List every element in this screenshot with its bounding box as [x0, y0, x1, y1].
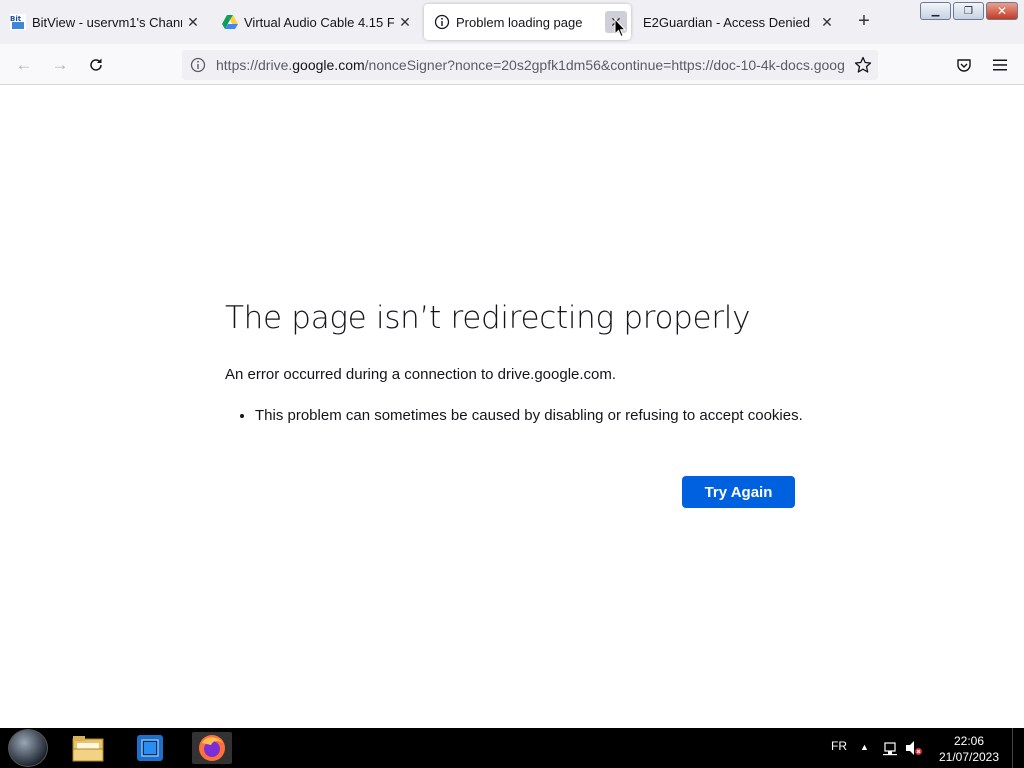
minimize-button[interactable]: ▁ — [920, 2, 951, 20]
url-prefix: https://drive. — [216, 57, 293, 73]
reload-icon — [90, 58, 102, 71]
back-button[interactable]: ← — [10, 52, 38, 78]
mouse-pointer-icon — [614, 18, 626, 38]
error-suggestion-item: This problem can sometimes be caused by … — [255, 407, 805, 424]
taskbar-explorer[interactable] — [68, 732, 108, 764]
tab-title: BitView - uservm1's Channel — [32, 14, 182, 30]
window-controls: ▁ ❐ ✕ — [920, 2, 1018, 20]
tab-strip: Bit BitView - uservm1's Channel ✕ Virtua… — [0, 0, 1024, 44]
error-suggestions: This problem can sometimes be caused by … — [255, 407, 805, 424]
firefox-icon — [199, 735, 225, 761]
error-heading: The page isn’t redirecting properly — [225, 300, 751, 336]
tab-close-icon[interactable]: ✕ — [816, 11, 838, 33]
url-host: google.com — [292, 57, 365, 73]
clock-time: 22:06 — [953, 734, 985, 748]
taskbar-virtualbox[interactable] — [130, 732, 170, 764]
site-info-icon[interactable] — [184, 57, 212, 73]
bookmark-star-icon[interactable] — [848, 56, 878, 74]
pocket-icon — [957, 59, 971, 72]
svg-text:Bit: Bit — [10, 15, 22, 23]
network-icon[interactable] — [882, 740, 898, 756]
bitview-icon: Bit — [10, 14, 26, 30]
taskbar: FR ▲ 22:06 21/07/2023 — [0, 728, 1024, 768]
tab-close-icon[interactable]: ✕ — [394, 11, 416, 33]
virtualbox-icon — [137, 735, 163, 761]
url-bar[interactable]: https://drive.google.com/nonceSigner?non… — [182, 50, 878, 80]
volume-muted-icon[interactable] — [905, 740, 923, 756]
new-tab-button[interactable]: + — [852, 10, 876, 34]
tab-title: E2Guardian - Access Denied — [643, 14, 810, 30]
url-path: /nonceSigner?nonce=20s2gpfk1dm56&continu… — [364, 57, 845, 73]
system-clock[interactable]: 22:06 21/07/2023 — [935, 733, 1003, 765]
reload-button[interactable] — [82, 52, 110, 78]
arrow-right-icon: → — [51, 55, 69, 74]
tab-close-icon[interactable]: ✕ — [182, 11, 204, 33]
info-icon — [434, 14, 450, 30]
tab-title: Virtual Audio Cable 4.15 Full... — [244, 14, 394, 30]
error-container: The page isn’t redirecting properly An e… — [225, 300, 805, 424]
tray-expand-icon[interactable]: ▲ — [860, 742, 869, 752]
tab-problem-loading[interactable]: Problem loading page ✕ — [424, 4, 631, 40]
try-again-button[interactable]: Try Again — [682, 476, 795, 508]
navigation-bar: ← → https://drive.google.com/nonceSigner… — [0, 44, 1024, 85]
input-language[interactable]: FR — [831, 739, 847, 753]
tab-bitview[interactable]: Bit BitView - uservm1's Channel ✕ — [0, 4, 208, 40]
tab-title: Problem loading page — [456, 14, 583, 30]
forward-button[interactable]: → — [46, 52, 74, 78]
url-text[interactable]: https://drive.google.com/nonceSigner?non… — [216, 57, 848, 73]
arrow-left-icon: ← — [15, 55, 33, 74]
folder-icon — [72, 736, 104, 762]
start-button[interactable] — [8, 729, 48, 767]
close-window-button[interactable]: ✕ — [986, 2, 1018, 20]
pocket-button[interactable] — [950, 52, 978, 78]
show-desktop-button[interactable] — [1012, 728, 1024, 768]
menu-button[interactable] — [986, 52, 1014, 78]
error-description: An error occurred during a connection to… — [225, 366, 617, 383]
tab-virtual-audio-cable[interactable]: Virtual Audio Cable 4.15 Full... ✕ — [212, 4, 420, 40]
taskbar-firefox[interactable] — [192, 732, 232, 764]
clock-date: 21/07/2023 — [938, 750, 1000, 764]
google-drive-icon — [222, 14, 238, 30]
hamburger-menu-icon — [993, 59, 1007, 71]
tab-e2guardian[interactable]: E2Guardian - Access Denied ✕ — [634, 4, 842, 40]
restore-button[interactable]: ❐ — [953, 2, 984, 20]
